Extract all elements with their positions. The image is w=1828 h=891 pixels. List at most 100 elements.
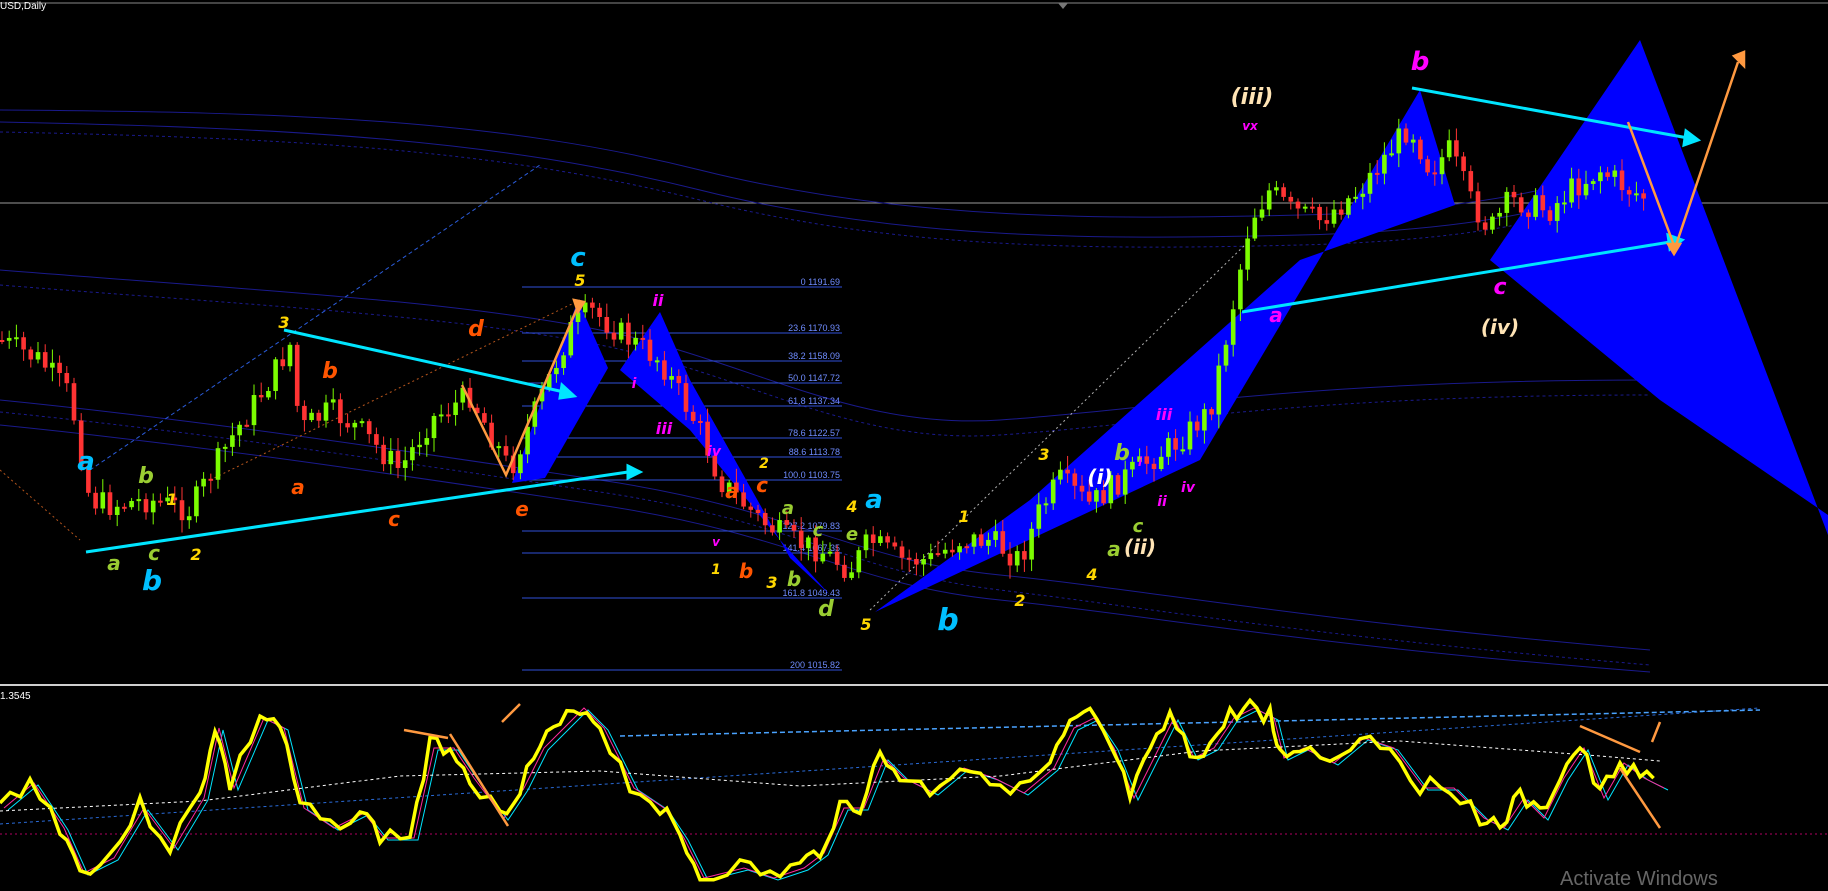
candle-body (1130, 461, 1135, 470)
candle-body (179, 500, 185, 521)
candle-body (1396, 128, 1402, 154)
candle-body (892, 542, 898, 547)
candle-body (1418, 139, 1423, 160)
candle-body (633, 337, 638, 345)
candle-body (597, 307, 602, 317)
candle-body (669, 376, 674, 380)
wave-label: iii (1156, 405, 1173, 424)
osc-arrow-6[interactable] (1650, 721, 1662, 743)
candle-body (244, 424, 250, 427)
candle-body (302, 405, 307, 421)
candle-body (971, 534, 977, 547)
fib-level-label: 88.6 1113.78 (789, 447, 840, 457)
fib-level-label: 78.6 1122.57 (788, 428, 840, 438)
candle-body (215, 448, 221, 480)
candle-body (431, 415, 437, 439)
candle-body (1086, 491, 1092, 502)
wave-label: v (712, 535, 721, 549)
candle-body (950, 549, 955, 553)
candle-body (424, 438, 430, 445)
candle-body (690, 411, 696, 421)
candle-body (762, 513, 768, 526)
candle-body (1346, 198, 1351, 215)
candle-body (1079, 485, 1085, 492)
candle-body (1504, 191, 1510, 213)
wave-label: e (846, 524, 858, 545)
candle-body (798, 530, 804, 549)
candle-body (993, 531, 998, 540)
candle-body (1252, 217, 1258, 239)
candle-body (1281, 187, 1286, 197)
price-chart-pane[interactable]: 0 1191.69 23.6 1170.93 38.2 1158.09 50.0 11… (0, 0, 1828, 686)
candle-body (1101, 490, 1106, 504)
osc-arrow-1[interactable] (403, 728, 449, 740)
candle-body (1461, 156, 1466, 172)
wave-label: iv (707, 444, 722, 460)
candle-body (741, 492, 746, 507)
wave-label: b (739, 559, 753, 583)
wave-label: a (782, 498, 794, 519)
candle-body (1050, 479, 1056, 504)
candle-body (417, 444, 422, 448)
candle-body (899, 546, 905, 558)
indicator-value-label: 1.3545 (0, 691, 31, 702)
candle-body (1497, 212, 1502, 217)
osc-arrow-4[interactable] (1579, 724, 1641, 754)
fib-level-label: 61.8 1137.34 (788, 396, 840, 406)
candle-body (122, 506, 127, 509)
candle-body (50, 362, 55, 368)
wave-label: b (138, 464, 154, 489)
candle-body (1036, 504, 1042, 529)
candle-body (1619, 170, 1625, 191)
wave-label: iii (656, 419, 673, 438)
candle-body (1065, 469, 1070, 474)
wave-label: b (937, 603, 958, 638)
candle-body (1173, 438, 1178, 450)
candle-body (194, 486, 199, 517)
candle-body (64, 373, 70, 384)
candle-body (453, 402, 458, 416)
scroll-marker-icon[interactable] (1058, 3, 1068, 9)
candle-body (1245, 238, 1250, 270)
candle-body (921, 559, 926, 565)
wave-label: ii (1157, 494, 1167, 510)
wave-label: c (148, 541, 160, 565)
pattern-large-right[interactable] (875, 90, 1455, 612)
candle-body (1389, 153, 1394, 156)
candle-body (258, 395, 264, 398)
wave-label: d (818, 597, 834, 622)
fib-level-label: 38.2 1158.09 (788, 351, 840, 361)
wave-label: a (77, 447, 95, 477)
candle-body (1468, 171, 1474, 192)
candle-body (1144, 456, 1150, 464)
candle-body (856, 550, 862, 573)
candle-body (280, 359, 286, 367)
candle-body (1547, 210, 1553, 221)
symbol-timeframe-label: USD,Daily (0, 1, 47, 12)
wave-label: 2 (759, 456, 769, 472)
candle-body (820, 553, 826, 562)
candle-body (942, 549, 948, 554)
candle-body (251, 395, 257, 426)
candle-body (366, 421, 372, 435)
candle-body (395, 450, 401, 468)
osc-arrow-3[interactable] (501, 703, 521, 723)
candle-body (1410, 139, 1416, 143)
candle-body (345, 423, 350, 428)
trendline-lower-left[interactable] (85, 470, 629, 554)
candle-body (1007, 553, 1013, 566)
candle-body (878, 536, 883, 543)
candle-body (21, 337, 26, 350)
wave-label: c (570, 243, 586, 273)
candle-body (863, 534, 869, 551)
candle-body (1554, 203, 1560, 221)
pattern-xabcd-right[interactable] (1490, 40, 1828, 535)
candle-body (748, 506, 754, 510)
candle-body (388, 450, 394, 465)
candle-body (1454, 140, 1459, 157)
wave-label: b (322, 359, 338, 384)
osc-arrow-2[interactable] (448, 733, 510, 827)
candle-body (1526, 212, 1531, 217)
candle-body (1518, 197, 1524, 213)
candle-body (676, 376, 682, 384)
